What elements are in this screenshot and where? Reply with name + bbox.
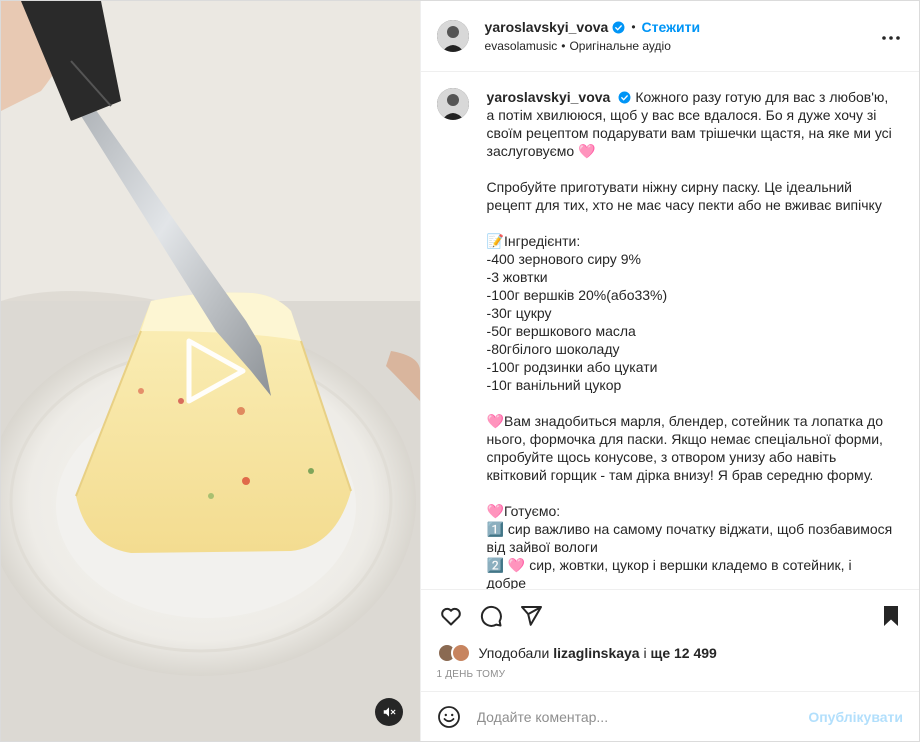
muted-speaker-icon <box>383 707 396 717</box>
caption-paragraph-5: 🩷Готуємо: 1️⃣ сир важливо на самому поча… <box>486 503 893 589</box>
emoji-icon[interactable] <box>437 705 461 729</box>
video-player[interactable] <box>1 1 420 741</box>
caption-text: yaroslavskyi_vova Кожного разу готую для … <box>487 88 893 589</box>
caption-paragraph-1: yaroslavskyi_vova Кожного разу готую для … <box>487 88 893 160</box>
caption-username[interactable]: yaroslavskyi_vova <box>487 89 611 105</box>
play-button[interactable] <box>179 335 251 407</box>
caption-avatar[interactable] <box>436 88 469 120</box>
likes-user[interactable]: lizaglinskaya <box>553 645 639 661</box>
action-bar <box>420 589 919 641</box>
more-horizontal-icon <box>882 36 900 40</box>
caption-paragraph-2: Спробуйте приготувати ніжну сирну паску.… <box>486 179 882 213</box>
audio-separator: • <box>561 39 566 53</box>
header-separator: • <box>631 20 636 34</box>
verified-badge-icon <box>612 21 625 33</box>
post-header-text: yaroslavskyi_vova • Стежити evasolamusic… <box>485 19 701 53</box>
comment-bar: Опублікувати <box>420 691 919 741</box>
caption-paragraph-3: 📝Інгредієнти: -400 зернового сиру 9% -3 … <box>486 233 668 393</box>
comment-input[interactable] <box>476 708 809 725</box>
author-username[interactable]: yaroslavskyi_vova <box>485 19 609 35</box>
avatar[interactable] <box>436 20 469 52</box>
bookmark-icon <box>884 606 898 626</box>
post-comment-button[interactable]: Опублікувати <box>808 709 903 725</box>
caption-area[interactable]: yaroslavskyi_vova Кожного разу готую для … <box>421 72 919 589</box>
heart-icon <box>440 607 461 625</box>
share-button[interactable] <box>511 596 551 636</box>
post-header: yaroslavskyi_vova • Стежити evasolamusic… <box>420 1 919 72</box>
likes-middle: і <box>643 645 647 661</box>
play-icon <box>186 338 246 404</box>
share-icon <box>520 605 542 626</box>
comment-button[interactable] <box>471 596 511 636</box>
caption-paragraph-4: 🩷Вам знадобиться марля, блендер, сотейни… <box>486 413 887 483</box>
likes-prefix: Уподобали <box>478 645 550 661</box>
post-timestamp[interactable]: 1 ДЕНЬ ТОМУ <box>421 665 919 691</box>
save-button[interactable] <box>871 596 911 636</box>
more-options-button[interactable] <box>879 26 903 50</box>
audio-artist[interactable]: evasolamusic <box>485 39 558 53</box>
caption-verified-badge-icon <box>618 91 631 104</box>
post-dialog: yaroslavskyi_vova • Стежити evasolamusic… <box>0 0 920 742</box>
mute-button[interactable] <box>375 698 403 726</box>
like-button[interactable] <box>431 596 471 636</box>
likes-summary: Уподобали lizaglinskaya і ще 12 499 <box>421 641 919 665</box>
avatar-image <box>436 20 469 52</box>
follow-button[interactable]: Стежити <box>642 19 701 35</box>
liker-avatars[interactable] <box>436 643 475 663</box>
likes-others[interactable]: ще 12 499 <box>651 645 717 661</box>
caption-avatar-image <box>436 88 469 120</box>
liker-avatar <box>450 643 471 663</box>
post-side-panel: yaroslavskyi_vova • Стежити evasolamusic… <box>419 1 919 741</box>
audio-label[interactable]: Оригінальне аудіо <box>569 39 670 53</box>
comment-icon <box>480 605 502 627</box>
